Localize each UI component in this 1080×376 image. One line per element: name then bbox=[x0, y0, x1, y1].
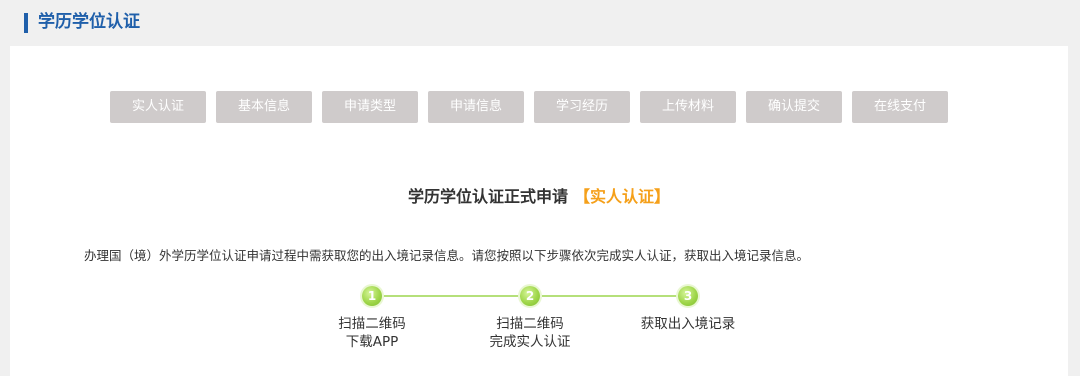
step-tab-apply-type[interactable]: 申请类型 bbox=[322, 91, 418, 123]
flow-step-2-line2: 完成实人认证 bbox=[489, 334, 571, 350]
section-title: 学历学位认证正式申请 【实人认证】 bbox=[10, 186, 1068, 208]
flow-step-2-label: 扫描二维码 完成实人认证 bbox=[465, 315, 595, 351]
content-panel: 实人认证 基本信息 申请类型 申请信息 学习经历 上传材料 确认提交 在线支付 … bbox=[10, 46, 1068, 376]
page-title: 学历学位认证 bbox=[38, 12, 140, 32]
flow-step-1-label: 扫描二维码 下载APP bbox=[307, 315, 437, 351]
flow-connector-2 bbox=[542, 295, 686, 297]
step-tab-basic-info[interactable]: 基本信息 bbox=[216, 91, 312, 123]
step-tab-study-history[interactable]: 学习经历 bbox=[534, 91, 630, 123]
step-tab-payment[interactable]: 在线支付 bbox=[852, 91, 948, 123]
section-title-badge: 【实人认证】 bbox=[574, 187, 671, 206]
flow-step-3-label: 获取出入境记录 bbox=[623, 315, 753, 333]
step-tab-apply-info[interactable]: 申请信息 bbox=[428, 91, 524, 123]
process-flow: 1 2 3 扫描二维码 下载APP 扫描二维码 完成实人认证 获取出入境记录 bbox=[10, 284, 1068, 374]
step-tab-upload[interactable]: 上传材料 bbox=[640, 91, 736, 123]
flow-step-2-line1: 扫描二维码 bbox=[496, 316, 564, 332]
flow-step-2-number-icon: 2 bbox=[520, 286, 540, 306]
flow-step-1-line2: 下载APP bbox=[345, 334, 399, 350]
flow-step-1-number-icon: 1 bbox=[362, 286, 382, 306]
page-header: 学历学位认证 bbox=[0, 0, 1080, 46]
intro-text: 办理国（境）外学历学位认证申请过程中需获取您的出入境记录信息。请您按照以下步骤依… bbox=[84, 248, 810, 263]
flow-step-3-number-icon: 3 bbox=[678, 286, 698, 306]
flow-step-1-line1: 扫描二维码 bbox=[338, 316, 406, 332]
step-tab-real-name[interactable]: 实人认证 bbox=[110, 91, 206, 123]
flow-connector-1 bbox=[382, 295, 528, 297]
section-title-text: 学历学位认证正式申请 bbox=[407, 187, 568, 206]
step-tab-confirm[interactable]: 确认提交 bbox=[746, 91, 842, 123]
flow-step-3-line1: 获取出入境记录 bbox=[640, 316, 736, 332]
header-accent-bar bbox=[24, 13, 28, 33]
